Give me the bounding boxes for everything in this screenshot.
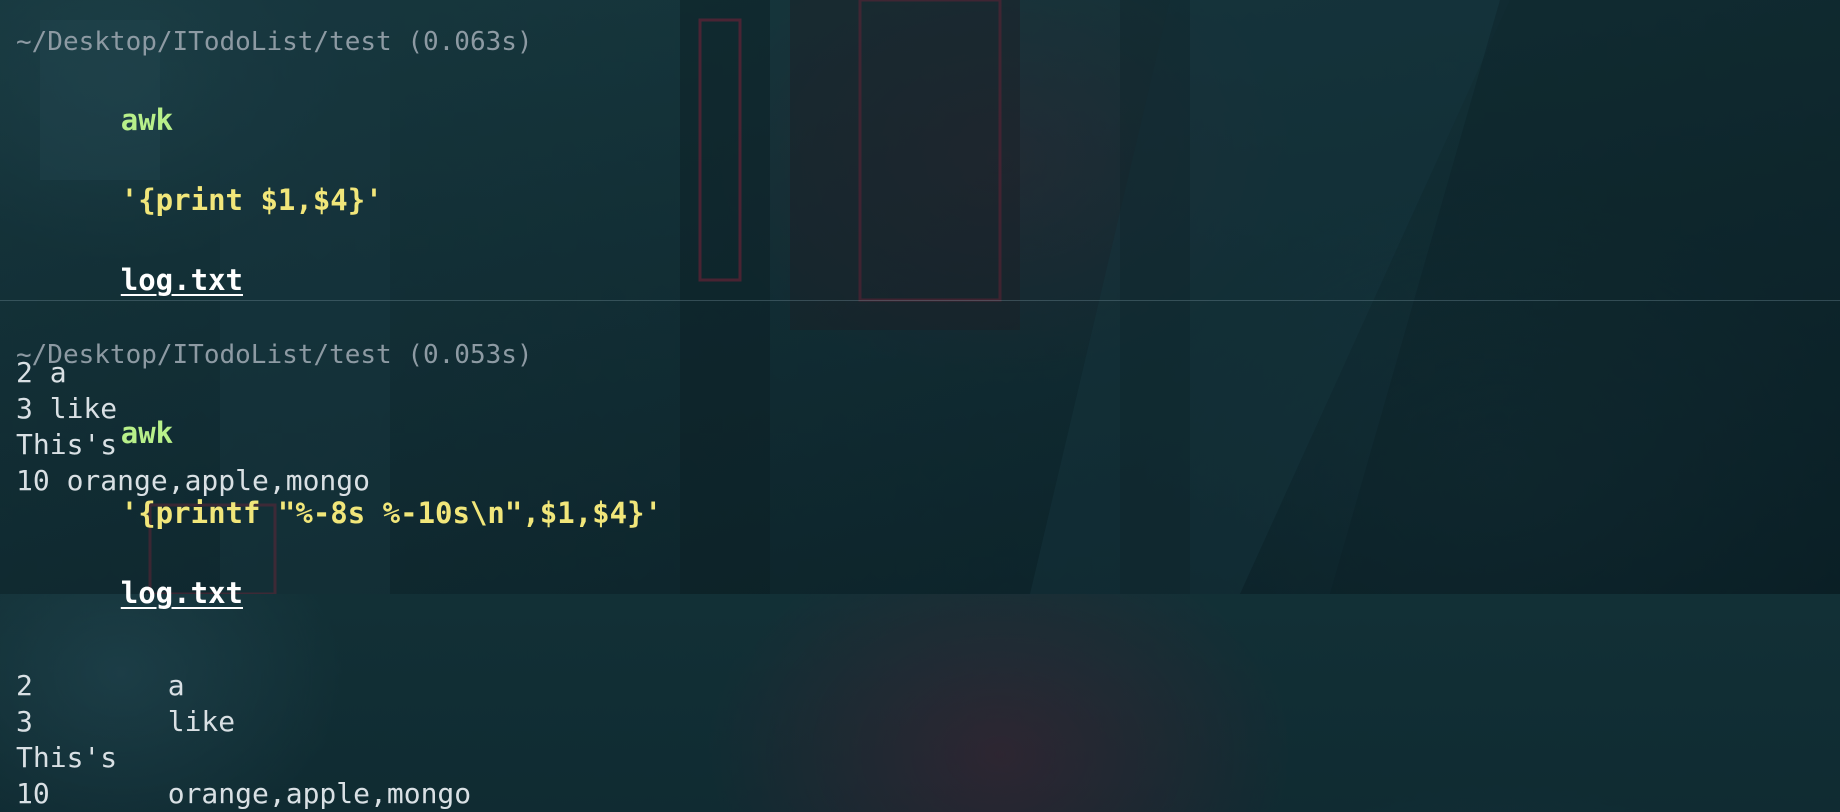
command-line: awk '{print $1,$4}' log.txt (16, 60, 533, 340)
command-name: awk (120, 416, 174, 450)
output-line: 10 orange,apple,mongo (16, 777, 472, 810)
output-line: 2 a (16, 669, 185, 702)
output-line: 3 like (16, 705, 236, 738)
command-argument: '{printf "%-8s %-10s\n",$1,$4}' (120, 496, 663, 530)
output-line: This's (16, 741, 118, 774)
command-output: 2 a 3 like This's 10 orange,apple,mongo (16, 668, 662, 812)
block-divider (0, 300, 1840, 301)
command-block-2: ~/Desktop/ITodoList/test (0.053s) awk '{… (16, 337, 662, 812)
prompt-path: ~/Desktop/ITodoList/test (0.063s) (16, 27, 533, 57)
command-name: awk (120, 103, 174, 137)
command-argument: '{print $1,$4}' (120, 183, 383, 217)
prompt-path: ~/Desktop/ITodoList/test (0.053s) (16, 340, 533, 370)
file-link[interactable]: log.txt (121, 576, 243, 610)
command-line: awk '{printf "%-8s %-10s\n",$1,$4}' log.… (16, 373, 662, 653)
file-link[interactable]: log.txt (121, 263, 243, 297)
